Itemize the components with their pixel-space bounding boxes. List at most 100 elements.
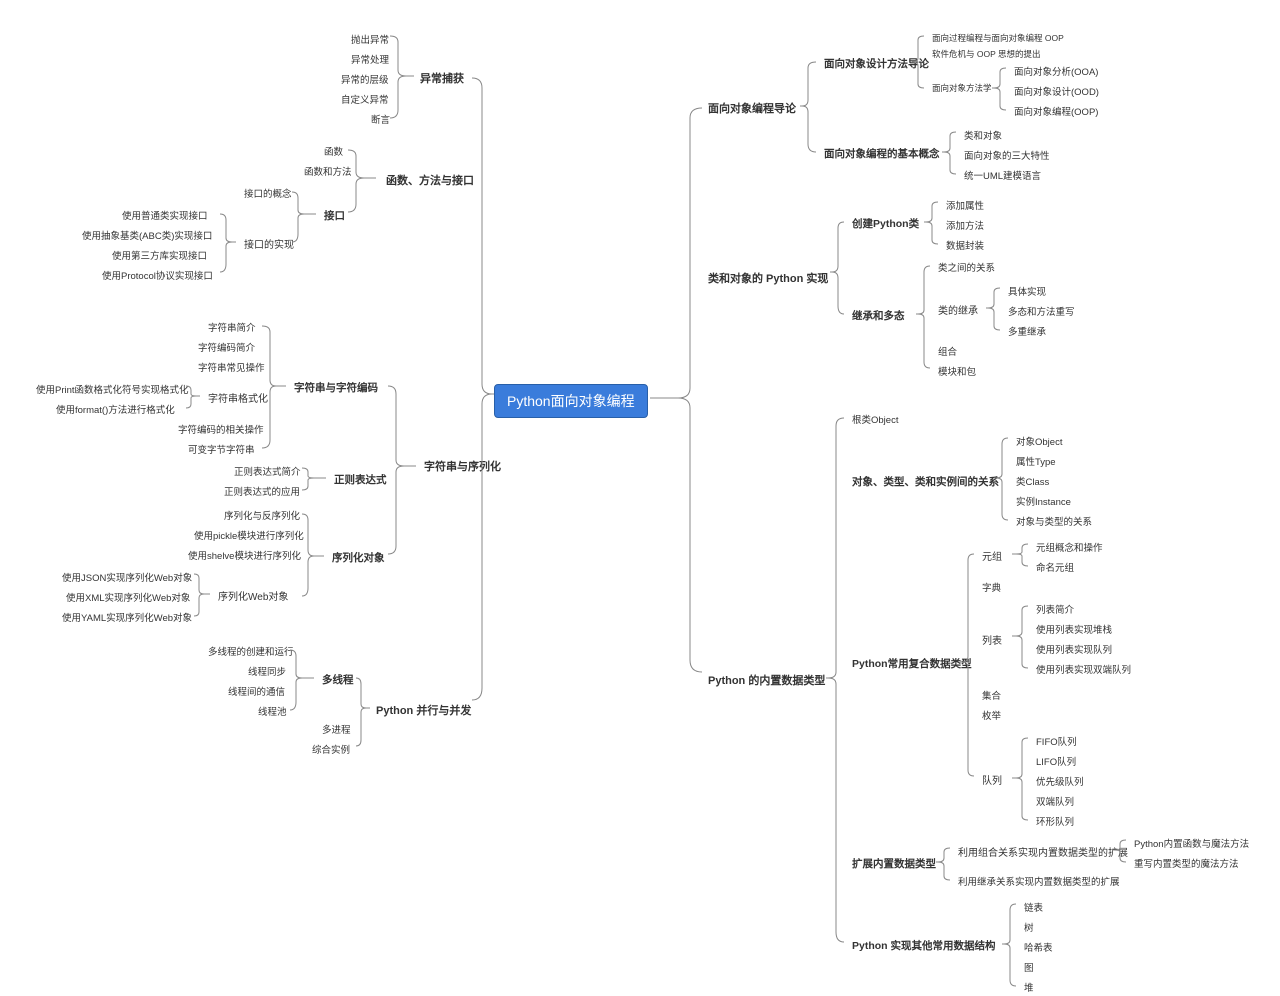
leaf[interactable]: 使用列表实现堆栈 (1030, 620, 1118, 638)
leaf[interactable]: 面向过程编程与面向对象编程 OOP (926, 30, 1070, 46)
node-concurrent[interactable]: Python 并行与并发 (370, 700, 477, 720)
node-oop-basic[interactable]: 面向对象编程的基本概念 (818, 144, 946, 163)
leaf[interactable]: 类之间的关系 (932, 258, 1001, 276)
leaf[interactable]: 实例Instance (1010, 492, 1077, 510)
leaf[interactable]: 使用列表实现双端队列 (1030, 660, 1137, 678)
leaf[interactable]: 树 (1018, 918, 1040, 936)
leaf[interactable]: 组合 (932, 342, 963, 360)
node-string-enc[interactable]: 字符串与字符编码 (288, 378, 384, 397)
leaf[interactable]: 利用继承关系实现内置数据类型的扩展 (952, 872, 1126, 890)
leaf[interactable]: 属性Type (1010, 452, 1062, 470)
leaf[interactable]: 自定义异常 (335, 90, 395, 108)
leaf[interactable]: 序列化与反序列化 (218, 506, 306, 524)
leaf[interactable]: 函数 (318, 142, 349, 160)
node-interface-impl[interactable]: 接口的实现 (238, 234, 300, 253)
leaf[interactable]: 多进程 (316, 720, 357, 738)
node-serialize[interactable]: 序列化对象 (326, 548, 391, 567)
node-create-class[interactable]: 创建Python类 (846, 214, 925, 233)
leaf[interactable]: 列表简介 (1030, 600, 1080, 618)
leaf[interactable]: 多重继承 (1002, 322, 1052, 340)
leaf[interactable]: 元组概念和操作 (1030, 538, 1109, 556)
node-ext-comp[interactable]: 利用组合关系实现内置数据类型的扩展 (952, 842, 1134, 861)
leaf[interactable]: 可变字节字符串 (182, 440, 261, 458)
leaf[interactable]: 字符编码的相关操作 (172, 420, 270, 438)
leaf[interactable]: 使用第三方库实现接口 (106, 246, 213, 264)
leaf[interactable]: 抛出异常 (345, 30, 395, 48)
leaf[interactable]: 异常处理 (345, 50, 395, 68)
node-regex[interactable]: 正则表达式 (328, 470, 393, 489)
leaf[interactable]: 集合 (976, 686, 1007, 704)
node-cls-inherit[interactable]: 类的继承 (932, 300, 984, 319)
leaf[interactable]: 类Class (1010, 472, 1055, 490)
leaf[interactable]: 字符串简介 (202, 318, 262, 336)
root-node[interactable]: Python面向对象编程 (494, 384, 648, 418)
node-extend[interactable]: 扩展内置数据类型 (846, 854, 942, 873)
leaf[interactable]: 模块和包 (932, 362, 982, 380)
leaf[interactable]: 字符编码简介 (192, 338, 261, 356)
leaf[interactable]: 对象Object (1010, 432, 1068, 450)
node-tuple[interactable]: 元组 (976, 546, 1008, 565)
node-web-serial[interactable]: 序列化Web对象 (212, 586, 294, 605)
leaf[interactable]: 命名元组 (1030, 558, 1080, 576)
leaf[interactable]: 使用列表实现队列 (1030, 640, 1118, 658)
leaf[interactable]: 对象与类型的关系 (1010, 512, 1098, 530)
leaf[interactable]: 使用pickle模块进行序列化 (188, 526, 310, 544)
node-inherit[interactable]: 继承和多态 (846, 306, 911, 325)
leaf[interactable]: 面向对象的三大特性 (958, 146, 1056, 164)
leaf[interactable]: 堆 (1018, 978, 1040, 996)
node-func[interactable]: 函数、方法与接口 (380, 170, 480, 190)
leaf[interactable]: 添加方法 (940, 216, 990, 234)
node-queue[interactable]: 队列 (976, 770, 1008, 789)
leaf[interactable]: 数据封装 (940, 236, 990, 254)
node-other-ds[interactable]: Python 实现其他常用数据结构 (846, 936, 1002, 955)
leaf[interactable]: 使用JSON实现序列化Web对象 (56, 568, 198, 586)
leaf[interactable]: 使用普通类实现接口 (116, 206, 214, 224)
leaf[interactable]: 面向对象编程(OOP) (1008, 102, 1104, 120)
node-oop-intro[interactable]: 面向对象编程导论 (702, 98, 802, 118)
node-thread[interactable]: 多线程 (316, 670, 360, 689)
leaf[interactable]: 异常的层级 (335, 70, 395, 88)
node-exception[interactable]: 异常捕获 (414, 68, 470, 88)
leaf[interactable]: 使用Print函数格式化符号实现格式化 (30, 380, 195, 398)
node-class-obj[interactable]: 类和对象的 Python 实现 (702, 268, 834, 288)
leaf[interactable]: 使用shelve模块进行序列化 (182, 546, 307, 564)
leaf[interactable]: 统一UML建模语言 (958, 166, 1047, 184)
leaf[interactable]: 链表 (1018, 898, 1049, 916)
leaf[interactable]: 字典 (976, 578, 1007, 596)
leaf[interactable]: 根类Object (846, 410, 904, 428)
node-compound[interactable]: Python常用复合数据类型 (846, 654, 978, 673)
leaf[interactable]: 综合实例 (306, 740, 356, 758)
leaf[interactable]: 重写内置类型的魔法方法 (1128, 854, 1245, 872)
node-builtin[interactable]: Python 的内置数据类型 (702, 670, 831, 690)
leaf[interactable]: 使用format()方法进行格式化 (50, 400, 181, 418)
leaf[interactable]: 线程同步 (242, 662, 292, 680)
leaf[interactable]: 软件危机与 OOP 思想的提出 (926, 46, 1046, 62)
leaf[interactable]: 面向对象分析(OOA) (1008, 62, 1104, 80)
leaf[interactable]: 环形队列 (1030, 812, 1080, 830)
leaf[interactable]: 字符串常见操作 (192, 358, 271, 376)
leaf[interactable]: 接口的概念 (238, 184, 298, 202)
leaf[interactable]: 多态和方法重写 (1002, 302, 1081, 320)
leaf[interactable]: 线程间的通信 (222, 682, 291, 700)
node-list[interactable]: 列表 (976, 630, 1008, 649)
leaf[interactable]: 面向对象设计(OOD) (1008, 82, 1105, 100)
leaf[interactable]: 枚举 (976, 706, 1007, 724)
leaf[interactable]: 使用XML实现序列化Web对象 (60, 588, 196, 606)
node-interface[interactable]: 接口 (318, 206, 351, 225)
leaf[interactable]: 使用Protocol协议实现接口 (96, 266, 219, 284)
leaf[interactable]: 正则表达式简介 (228, 462, 307, 480)
leaf[interactable]: 优先级队列 (1030, 772, 1090, 790)
node-obj-type[interactable]: 对象、类型、类和实例间的关系 (846, 472, 1005, 491)
leaf[interactable]: 添加属性 (940, 196, 990, 214)
leaf[interactable]: 使用抽象基类(ABC类)实现接口 (76, 226, 218, 244)
leaf[interactable]: 双端队列 (1030, 792, 1080, 810)
leaf[interactable]: 类和对象 (958, 126, 1008, 144)
leaf[interactable]: 线程池 (252, 702, 293, 720)
leaf[interactable]: 具体实现 (1002, 282, 1052, 300)
leaf[interactable]: 图 (1018, 958, 1040, 976)
leaf[interactable]: 使用YAML实现序列化Web对象 (56, 608, 198, 626)
leaf[interactable]: 多线程的创建和运行 (202, 642, 300, 660)
leaf[interactable]: FIFO队列 (1030, 732, 1083, 750)
leaf[interactable]: LIFO队列 (1030, 752, 1082, 770)
leaf[interactable]: Python内置函数与魔法方法 (1128, 834, 1255, 852)
